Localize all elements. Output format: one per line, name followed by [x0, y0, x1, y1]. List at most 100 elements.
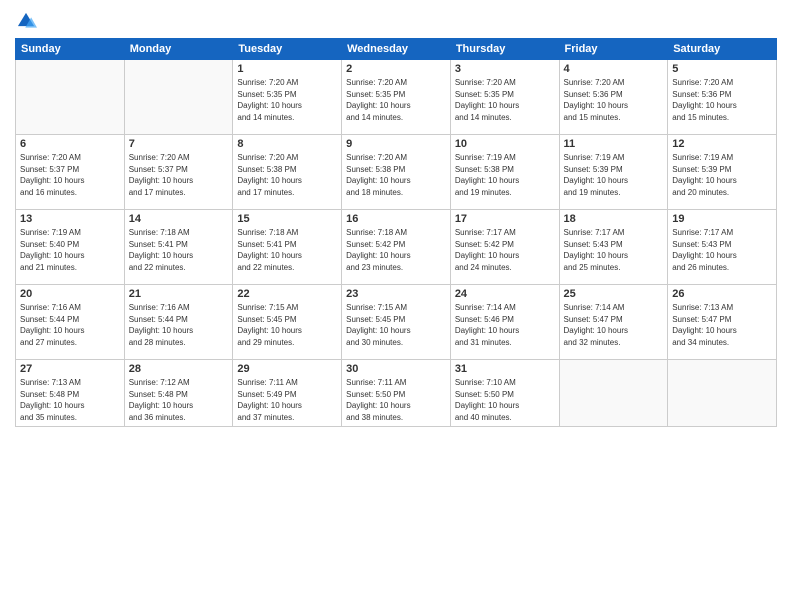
- day-info: Sunrise: 7:18 AM Sunset: 5:42 PM Dayligh…: [346, 227, 446, 273]
- day-info: Sunrise: 7:11 AM Sunset: 5:49 PM Dayligh…: [237, 377, 337, 423]
- calendar-cell: 22 Sunrise: 7:15 AM Sunset: 5:45 PM Dayli…: [233, 285, 342, 360]
- day-info: Sunrise: 7:16 AM Sunset: 5:44 PM Dayligh…: [129, 302, 229, 348]
- day-number: 2: [346, 63, 446, 75]
- calendar-cell: 25 Sunrise: 7:14 AM Sunset: 5:47 PM Dayli…: [559, 285, 668, 360]
- calendar-cell: [559, 360, 668, 427]
- calendar-cell: 9 Sunrise: 7:20 AM Sunset: 5:38 PM Daylig…: [342, 135, 451, 210]
- day-info: Sunrise: 7:19 AM Sunset: 5:40 PM Dayligh…: [20, 227, 120, 273]
- day-number: 9: [346, 138, 446, 150]
- day-number: 25: [564, 288, 664, 300]
- weekday-header: Sunday: [16, 39, 125, 60]
- day-number: 29: [237, 363, 337, 375]
- calendar-week-row: 1 Sunrise: 7:20 AM Sunset: 5:35 PM Daylig…: [16, 60, 777, 135]
- day-number: 20: [20, 288, 120, 300]
- day-number: 13: [20, 213, 120, 225]
- calendar-header-row: SundayMondayTuesdayWednesdayThursdayFrid…: [16, 39, 777, 60]
- calendar-cell: 16 Sunrise: 7:18 AM Sunset: 5:42 PM Dayli…: [342, 210, 451, 285]
- logo: [15, 10, 41, 32]
- calendar-cell: 19Sunrise: 7:17 AM Sunset: 5:43 PM Dayli…: [668, 210, 777, 285]
- day-number: 3: [455, 63, 555, 75]
- day-number: 15: [237, 213, 337, 225]
- weekday-header: Friday: [559, 39, 668, 60]
- day-info: Sunrise: 7:20 AM Sunset: 5:38 PM Dayligh…: [346, 152, 446, 198]
- weekday-header: Wednesday: [342, 39, 451, 60]
- day-info: Sunrise: 7:19 AM Sunset: 5:39 PM Dayligh…: [672, 152, 772, 198]
- day-number: 27: [20, 363, 120, 375]
- day-info: Sunrise: 7:17 AM Sunset: 5:42 PM Dayligh…: [455, 227, 555, 273]
- day-info: Sunrise: 7:18 AM Sunset: 5:41 PM Dayligh…: [129, 227, 229, 273]
- calendar-cell: 10 Sunrise: 7:19 AM Sunset: 5:38 PM Dayli…: [450, 135, 559, 210]
- weekday-header: Tuesday: [233, 39, 342, 60]
- calendar-table: SundayMondayTuesdayWednesdayThursdayFrid…: [15, 38, 777, 427]
- day-info: Sunrise: 7:13 AM Sunset: 5:47 PM Dayligh…: [672, 302, 772, 348]
- day-info: Sunrise: 7:19 AM Sunset: 5:39 PM Dayligh…: [564, 152, 664, 198]
- day-number: 17: [455, 213, 555, 225]
- calendar-cell: 18 Sunrise: 7:17 AM Sunset: 5:43 PM Dayli…: [559, 210, 668, 285]
- calendar-cell: 4 Sunrise: 7:20 AM Sunset: 5:36 PM Daylig…: [559, 60, 668, 135]
- calendar-cell: 2 Sunrise: 7:20 AM Sunset: 5:35 PM Daylig…: [342, 60, 451, 135]
- calendar-cell: [668, 360, 777, 427]
- calendar-cell: 7Sunrise: 7:20 AM Sunset: 5:37 PM Daylig…: [124, 135, 233, 210]
- calendar-cell: 12 Sunrise: 7:19 AM Sunset: 5:39 PM Dayli…: [668, 135, 777, 210]
- day-number: 21: [129, 288, 229, 300]
- day-number: 1: [237, 63, 337, 75]
- calendar-cell: 6 Sunrise: 7:20 AM Sunset: 5:37 PM Daylig…: [16, 135, 125, 210]
- weekday-header: Thursday: [450, 39, 559, 60]
- calendar-cell: 29 Sunrise: 7:11 AM Sunset: 5:49 PM Dayli…: [233, 360, 342, 427]
- calendar-cell: 27 Sunrise: 7:13 AM Sunset: 5:48 PM Dayli…: [16, 360, 125, 427]
- day-number: 10: [455, 138, 555, 150]
- day-number: 26: [672, 288, 772, 300]
- day-number: 23: [346, 288, 446, 300]
- calendar-week-row: 13 Sunrise: 7:19 AM Sunset: 5:40 PM Dayli…: [16, 210, 777, 285]
- calendar-cell: 17 Sunrise: 7:17 AM Sunset: 5:42 PM Dayli…: [450, 210, 559, 285]
- day-number: 18: [564, 213, 664, 225]
- weekday-header: Saturday: [668, 39, 777, 60]
- calendar-cell: 21 Sunrise: 7:16 AM Sunset: 5:44 PM Dayli…: [124, 285, 233, 360]
- day-info: Sunrise: 7:18 AM Sunset: 5:41 PM Dayligh…: [237, 227, 337, 273]
- day-number: 28: [129, 363, 229, 375]
- day-info: Sunrise: 7:14 AM Sunset: 5:47 PM Dayligh…: [564, 302, 664, 348]
- calendar-cell: 13 Sunrise: 7:19 AM Sunset: 5:40 PM Dayli…: [16, 210, 125, 285]
- day-number: 14: [129, 213, 229, 225]
- day-number: 31: [455, 363, 555, 375]
- day-info: Sunrise: 7:20 AM Sunset: 5:37 PM Dayligh…: [129, 152, 229, 198]
- day-number: 12: [672, 138, 772, 150]
- day-number: 8: [237, 138, 337, 150]
- calendar-cell: 3 Sunrise: 7:20 AM Sunset: 5:35 PM Daylig…: [450, 60, 559, 135]
- day-number: 24: [455, 288, 555, 300]
- calendar-cell: 23 Sunrise: 7:15 AM Sunset: 5:45 PM Dayli…: [342, 285, 451, 360]
- day-number: 22: [237, 288, 337, 300]
- day-info: Sunrise: 7:20 AM Sunset: 5:36 PM Dayligh…: [564, 77, 664, 123]
- day-info: Sunrise: 7:11 AM Sunset: 5:50 PM Dayligh…: [346, 377, 446, 423]
- day-number: 6: [20, 138, 120, 150]
- calendar-week-row: 20 Sunrise: 7:16 AM Sunset: 5:44 PM Dayli…: [16, 285, 777, 360]
- calendar-cell: 15 Sunrise: 7:18 AM Sunset: 5:41 PM Dayli…: [233, 210, 342, 285]
- day-info: Sunrise: 7:15 AM Sunset: 5:45 PM Dayligh…: [346, 302, 446, 348]
- day-info: Sunrise: 7:14 AM Sunset: 5:46 PM Dayligh…: [455, 302, 555, 348]
- day-info: Sunrise: 7:19 AM Sunset: 5:38 PM Dayligh…: [455, 152, 555, 198]
- day-info: Sunrise: 7:20 AM Sunset: 5:35 PM Dayligh…: [455, 77, 555, 123]
- day-info: Sunrise: 7:15 AM Sunset: 5:45 PM Dayligh…: [237, 302, 337, 348]
- calendar-cell: 1Sunrise: 7:20 AM Sunset: 5:35 PM Daylig…: [233, 60, 342, 135]
- day-number: 4: [564, 63, 664, 75]
- calendar-cell: 31Sunrise: 7:10 AM Sunset: 5:50 PM Dayli…: [450, 360, 559, 427]
- calendar-week-row: 6 Sunrise: 7:20 AM Sunset: 5:37 PM Daylig…: [16, 135, 777, 210]
- calendar-cell: 30Sunrise: 7:11 AM Sunset: 5:50 PM Dayli…: [342, 360, 451, 427]
- calendar-cell: 28 Sunrise: 7:12 AM Sunset: 5:48 PM Dayli…: [124, 360, 233, 427]
- calendar-cell: 14 Sunrise: 7:18 AM Sunset: 5:41 PM Dayli…: [124, 210, 233, 285]
- header: [15, 10, 777, 32]
- day-number: 11: [564, 138, 664, 150]
- calendar-cell: 26 Sunrise: 7:13 AM Sunset: 5:47 PM Dayli…: [668, 285, 777, 360]
- day-info: Sunrise: 7:20 AM Sunset: 5:35 PM Dayligh…: [346, 77, 446, 123]
- calendar-cell: [124, 60, 233, 135]
- day-number: 16: [346, 213, 446, 225]
- page: SundayMondayTuesdayWednesdayThursdayFrid…: [0, 0, 792, 612]
- day-info: Sunrise: 7:16 AM Sunset: 5:44 PM Dayligh…: [20, 302, 120, 348]
- day-number: 5: [672, 63, 772, 75]
- day-info: Sunrise: 7:13 AM Sunset: 5:48 PM Dayligh…: [20, 377, 120, 423]
- logo-icon: [15, 10, 37, 32]
- day-info: Sunrise: 7:20 AM Sunset: 5:37 PM Dayligh…: [20, 152, 120, 198]
- day-info: Sunrise: 7:12 AM Sunset: 5:48 PM Dayligh…: [129, 377, 229, 423]
- calendar-cell: 24 Sunrise: 7:14 AM Sunset: 5:46 PM Dayli…: [450, 285, 559, 360]
- day-info: Sunrise: 7:17 AM Sunset: 5:43 PM Dayligh…: [564, 227, 664, 273]
